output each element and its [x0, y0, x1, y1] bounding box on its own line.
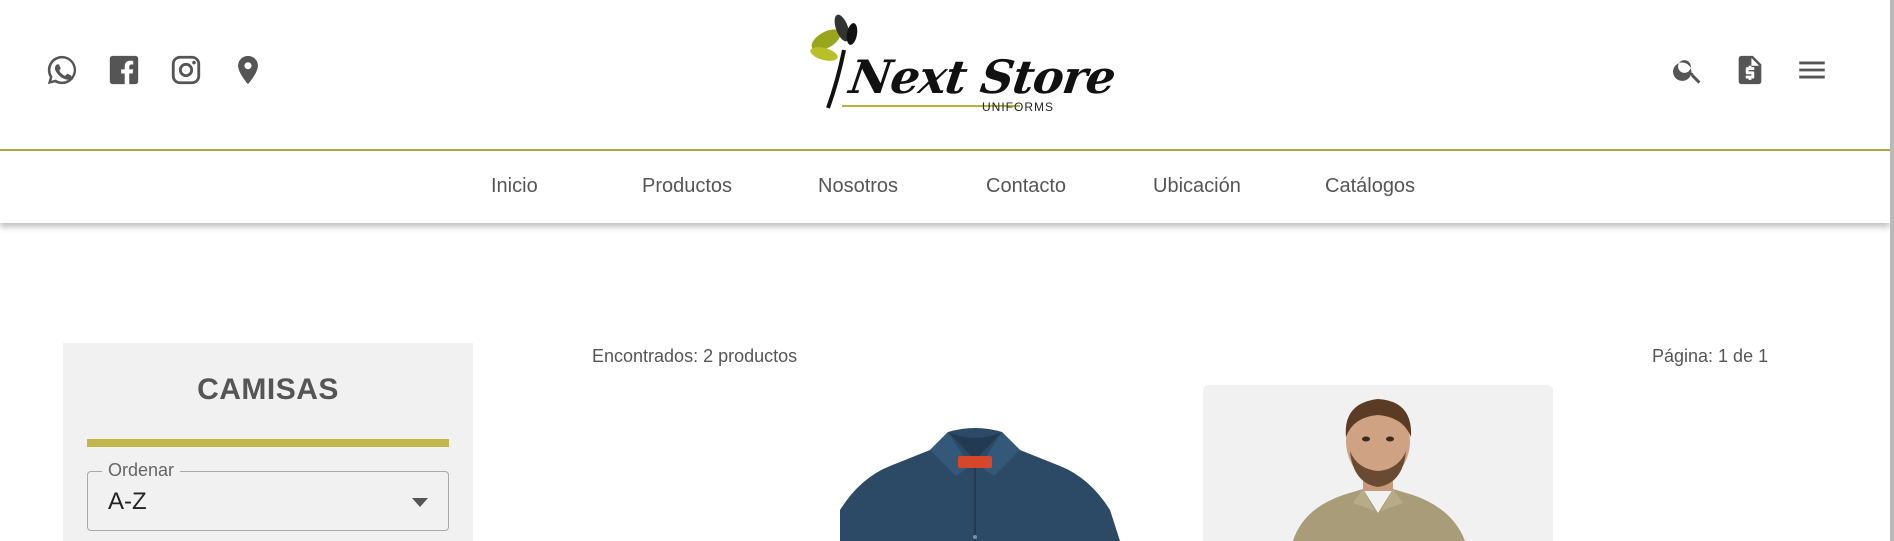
whatsapp-icon[interactable] — [44, 52, 80, 88]
category-sidebar: CAMISAS Ordenar A-Z — [63, 343, 473, 541]
social-links — [44, 52, 266, 88]
scrollbar[interactable] — [1890, 0, 1894, 541]
pagination-info: Página: 1 de 1 — [1652, 346, 1769, 366]
logo-brand-text: Next Store — [846, 50, 1119, 104]
header-tools — [1670, 52, 1830, 88]
hamburger-menu-icon[interactable] — [1794, 52, 1830, 88]
nav-item-nosotros[interactable]: Nosotros — [818, 175, 898, 198]
page: Next Store UNIFORMS Inicio Productos Nos… — [0, 0, 1890, 541]
main-nav: Inicio Productos Nosotros Contacto Ubica… — [0, 151, 1890, 223]
nav-item-catalogos[interactable]: Catálogos — [1325, 175, 1415, 198]
category-title: CAMISAS — [197, 373, 339, 406]
navy-shirt-image — [840, 428, 1120, 541]
nav-item-inicio[interactable]: Inicio — [491, 175, 538, 198]
sort-select-value: A-Z — [108, 488, 147, 515]
facebook-icon[interactable] — [106, 52, 142, 88]
instagram-icon[interactable] — [168, 52, 204, 88]
invoice-dollar-icon[interactable] — [1732, 52, 1768, 88]
scrollbar-thumb[interactable] — [1890, 0, 1894, 541]
product-card-khaki-shirt[interactable] — [1203, 385, 1553, 541]
site-header: Next Store UNIFORMS — [0, 0, 1890, 150]
logo-subtext: UNIFORMS — [982, 100, 1054, 114]
sort-select-label: Ordenar — [102, 460, 181, 481]
khaki-shirt-model-image — [1293, 399, 1465, 541]
chevron-down-icon — [412, 498, 428, 507]
sort-select[interactable]: Ordenar A-Z — [87, 460, 449, 531]
results-count: Encontrados: 2 productos — [592, 346, 798, 366]
site-logo[interactable]: Next Store UNIFORMS — [800, 8, 1118, 118]
nav-item-productos[interactable]: Productos — [642, 175, 732, 198]
nav-item-contacto[interactable]: Contacto — [986, 175, 1066, 198]
nav-item-ubicacion[interactable]: Ubicación — [1153, 175, 1241, 198]
search-icon[interactable] — [1670, 52, 1706, 88]
location-pin-icon[interactable] — [230, 52, 266, 88]
product-card-navy-shirt[interactable] — [780, 420, 1170, 541]
category-title-bar — [87, 439, 449, 447]
